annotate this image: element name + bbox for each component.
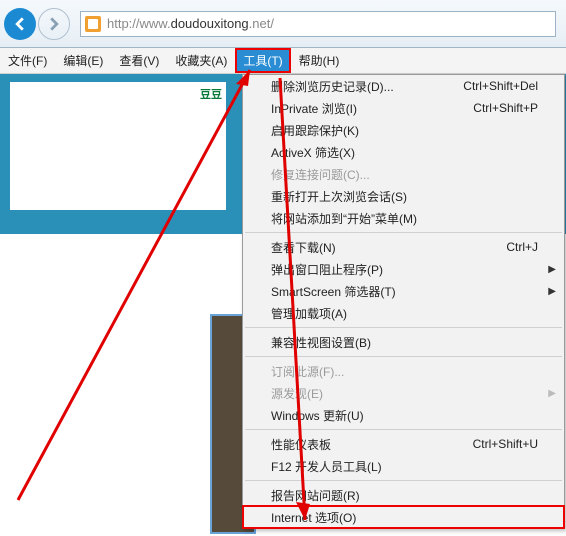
chevron-right-icon: ▶ [548,388,556,399]
label: 启用跟踪保护(K) [271,122,359,139]
menu-popup-blocker[interactable]: 弹出窗口阻止程序(P) ▶ [243,258,564,280]
label: 订阅此源(F)... [271,363,344,380]
page-header-strip [10,82,226,210]
menu-file[interactable]: 文件(F) [0,48,55,73]
chevron-right-icon: ▶ [548,264,556,275]
separator [245,327,562,328]
label: 报告网站问题(R) [271,487,360,504]
menu-bar: 文件(F) 编辑(E) 查看(V) 收藏夹(A) 工具(T) 帮助(H) [0,48,566,74]
shortcut: Ctrl+J [506,240,538,254]
label: 将网站添加到“开始”菜单(M) [271,210,417,227]
browser-nav-bar: http://www.doudouxitong.net/ [0,0,566,48]
label: 重新打开上次浏览会话(S) [271,188,407,205]
tools-dropdown: 删除浏览历史记录(D)... Ctrl+Shift+Del InPrivate … [242,74,565,529]
menu-favorites[interactable]: 收藏夹(A) [167,48,235,73]
menu-fix-connection: 修复连接问题(C)... [243,163,564,185]
menu-feed-discover: 源发现(E) ▶ [243,382,564,404]
shortcut: Ctrl+Shift+P [473,101,538,115]
separator [245,232,562,233]
label: 删除浏览历史记录(D)... [271,78,394,95]
label: 查看下载(N) [271,239,336,256]
menu-performance[interactable]: 性能仪表板 Ctrl+Shift+U [243,433,564,455]
separator [245,356,562,357]
label: ActiveX 筛选(X) [271,144,355,161]
menu-inprivate[interactable]: InPrivate 浏览(I) Ctrl+Shift+P [243,97,564,119]
label: F12 开发人员工具(L) [271,458,382,475]
menu-tracking[interactable]: 启用跟踪保护(K) [243,119,564,141]
forward-button[interactable] [38,8,70,40]
menu-subscribe-feed: 订阅此源(F)... [243,360,564,382]
menu-view[interactable]: 查看(V) [111,48,167,73]
address-text: http://www.doudouxitong.net/ [105,16,555,31]
menu-help[interactable]: 帮助(H) [291,48,348,73]
label: 性能仪表板 [271,436,331,453]
page-logo-text: 豆豆 [200,86,230,104]
menu-add-to-start[interactable]: 将网站添加到“开始”菜单(M) [243,207,564,229]
menu-reopen-session[interactable]: 重新打开上次浏览会话(S) [243,185,564,207]
label: Internet 选项(O) [271,509,356,526]
chevron-right-icon: ▶ [548,286,556,297]
menu-internet-options[interactable]: Internet 选项(O) [243,506,564,528]
site-icon [85,16,101,32]
address-bar[interactable]: http://www.doudouxitong.net/ [80,11,556,37]
menu-smartscreen[interactable]: SmartScreen 筛选器(T) ▶ [243,280,564,302]
back-button[interactable] [4,8,36,40]
arrow-right-icon [47,17,61,31]
shortcut: Ctrl+Shift+Del [463,79,538,93]
arrow-left-icon [13,17,27,31]
label: 修复连接问题(C)... [271,166,370,183]
separator [245,480,562,481]
menu-edit[interactable]: 编辑(E) [55,48,111,73]
menu-manage-addons[interactable]: 管理加载项(A) [243,302,564,324]
label: 源发现(E) [271,385,323,402]
label: InPrivate 浏览(I) [271,100,357,117]
separator [245,429,562,430]
menu-f12-devtools[interactable]: F12 开发人员工具(L) [243,455,564,477]
label: Windows 更新(U) [271,407,364,424]
label: 弹出窗口阻止程序(P) [271,261,383,278]
label: 兼容性视图设置(B) [271,334,371,351]
label: 管理加载项(A) [271,305,347,322]
menu-report-site[interactable]: 报告网站问题(R) [243,484,564,506]
menu-tools[interactable]: 工具(T) [235,48,290,73]
menu-compat-view[interactable]: 兼容性视图设置(B) [243,331,564,353]
shortcut: Ctrl+Shift+U [473,437,538,451]
menu-windows-update[interactable]: Windows 更新(U) [243,404,564,426]
label: SmartScreen 筛选器(T) [271,283,396,300]
menu-view-downloads[interactable]: 查看下载(N) Ctrl+J [243,236,564,258]
menu-delete-history[interactable]: 删除浏览历史记录(D)... Ctrl+Shift+Del [243,75,564,97]
menu-activex[interactable]: ActiveX 筛选(X) [243,141,564,163]
